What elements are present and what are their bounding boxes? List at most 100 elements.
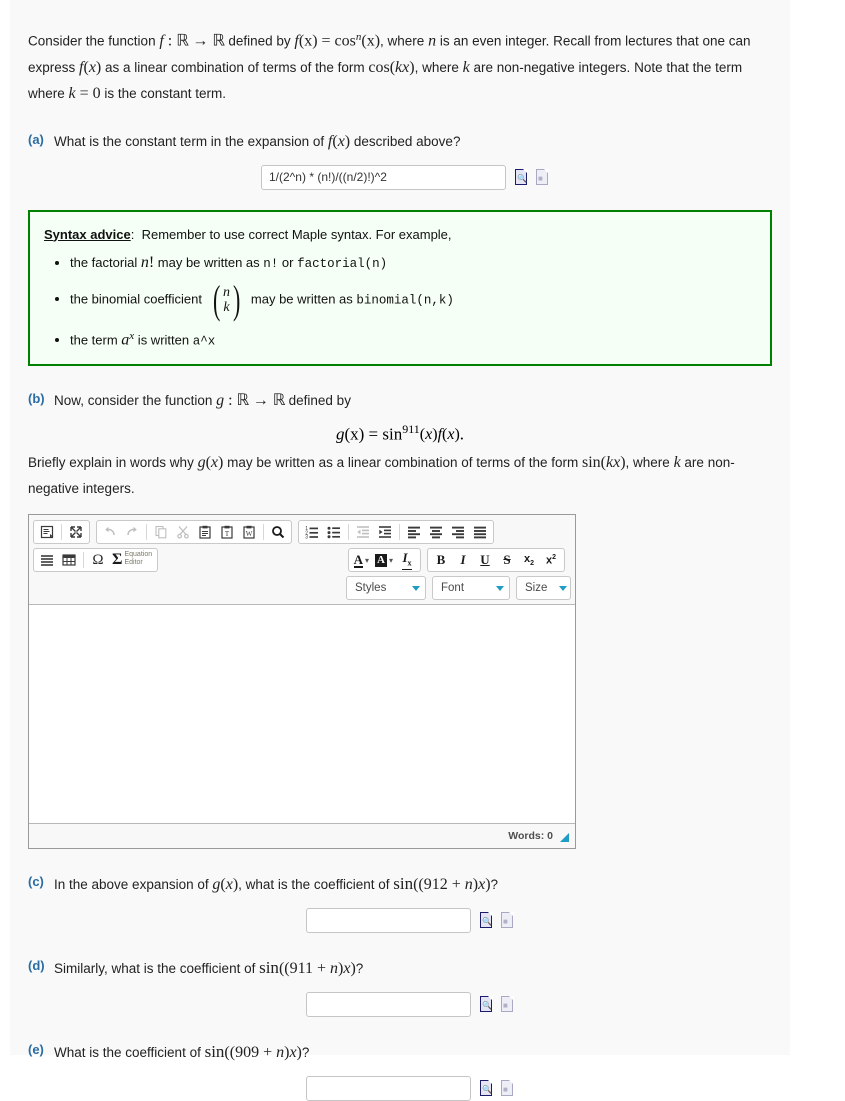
question-part-e: (e) What is the coefficient of sin((909 … xyxy=(28,1039,772,1066)
source-icon[interactable] xyxy=(36,522,58,542)
text-color-icon[interactable]: A ▾ xyxy=(351,550,372,570)
part-d-label: (d) xyxy=(28,958,45,974)
intro-math-k: k xyxy=(462,58,470,76)
justify-icon[interactable] xyxy=(469,522,491,542)
part-d-text-after: ? xyxy=(355,961,364,977)
table-icon[interactable] xyxy=(58,550,80,570)
advice-3-code-1: a^x xyxy=(192,333,216,348)
part-d-answer-row: 🔍 ■ xyxy=(28,992,772,1018)
part-d-answer-input[interactable] xyxy=(306,992,471,1018)
intro-math-px: (x) xyxy=(298,32,318,50)
background-color-icon[interactable]: A ▾ xyxy=(372,550,396,570)
part-c-answer-input[interactable] xyxy=(306,908,471,934)
part-e-answer-input[interactable] xyxy=(306,1076,471,1101)
part-a-label: (a) xyxy=(28,131,44,147)
intro-math-k0: k = 0 xyxy=(68,84,101,102)
word-count-label: Words: 0 xyxy=(508,830,553,843)
answer-history-icon[interactable]: ■ xyxy=(501,912,515,929)
intro-math-eq: = xyxy=(317,32,335,50)
size-dropdown[interactable]: Size xyxy=(516,576,571,601)
indent-icon[interactable] xyxy=(374,522,396,542)
syntax-advice-title: Syntax advice xyxy=(44,226,131,242)
part-b-body: Now, consider the function g : ℝ → ℝ def… xyxy=(54,388,772,414)
advice-2-pre: the binomial coefficient xyxy=(70,290,206,306)
part-c-label: (c) xyxy=(28,874,44,890)
paste-word-icon[interactable]: W xyxy=(238,522,260,542)
special-char-icon[interactable]: Ω xyxy=(87,550,109,570)
align-center-icon[interactable] xyxy=(425,522,447,542)
toolbar-separator xyxy=(146,524,147,541)
italic-glyph: I xyxy=(460,552,466,568)
part-c-answer-icons: 🔍 ■ xyxy=(480,912,515,929)
advice-1-code-1: n! xyxy=(263,256,279,271)
italic-icon[interactable]: I xyxy=(452,550,474,570)
paste-icon[interactable] xyxy=(194,522,216,542)
copy-icon[interactable] xyxy=(150,522,172,542)
preview-answer-icon[interactable]: 🔍 xyxy=(480,912,494,929)
paste-text-icon[interactable]: T xyxy=(216,522,238,542)
explain-text-4: are xyxy=(680,455,704,471)
syntax-advice-heading: Syntax advice: Remember to use correct M… xyxy=(44,224,756,246)
toolbar-group-insert: Ω Σ Equation Editor xyxy=(33,548,159,573)
part-a-answer-icons: 🔍 ■ xyxy=(515,168,550,186)
toolbar-separator xyxy=(263,524,264,541)
part-e-math-arg: ((909 + n)x) xyxy=(224,1044,302,1062)
eq-equals: = xyxy=(364,424,383,444)
styles-dropdown[interactable]: Styles xyxy=(346,576,426,601)
bold-icon[interactable]: B xyxy=(430,550,452,570)
equation-editor-label-line-1: Equation xyxy=(124,551,153,559)
svg-text:T: T xyxy=(225,530,230,538)
intro-math-reals-2: ℝ xyxy=(212,32,225,50)
intro-text-6: as a linear combination of terms of the … xyxy=(101,59,369,75)
part-e-body: What is the coefficient of sin((909 + n)… xyxy=(54,1039,772,1066)
font-dropdown-label: Font xyxy=(441,582,465,595)
editor-resize-handle[interactable] xyxy=(560,833,569,843)
redo-icon[interactable] xyxy=(121,522,143,542)
preview-answer-icon[interactable]: 🔍 xyxy=(480,996,494,1013)
intro-math-coskx: cos(kx) xyxy=(368,58,415,76)
syntax-advice-intro: Remember to use correct Maple syntax. Fo… xyxy=(141,226,452,242)
numbered-list-icon[interactable]: 1 2 3 xyxy=(301,522,323,542)
undo-icon[interactable] xyxy=(99,522,121,542)
strike-icon[interactable]: S xyxy=(496,550,518,570)
advice-1-or: or xyxy=(278,254,298,270)
editor-toolbar-row-1: T W 1 2 3 xyxy=(33,520,571,545)
answer-history-icon[interactable]: ■ xyxy=(501,996,515,1013)
editor-content-area[interactable] xyxy=(29,604,575,825)
preview-answer-icon[interactable]: 🔍 xyxy=(515,168,529,186)
remove-format-icon[interactable]: Ix xyxy=(396,550,418,571)
underline-icon[interactable]: U xyxy=(474,550,496,570)
equation-editor-icon[interactable]: Σ Equation Editor xyxy=(109,550,155,570)
advice-3-mid: is written xyxy=(134,331,193,347)
part-d-answer-icons: 🔍 ■ xyxy=(480,996,515,1013)
preview-answer-icon[interactable]: 🔍 xyxy=(480,1080,494,1097)
toolbar-group-paragraph: 1 2 3 xyxy=(298,520,494,545)
part-c-math-gx: g(x) xyxy=(212,876,239,894)
advice-2-mid: may be written as xyxy=(247,290,357,306)
cut-icon[interactable] xyxy=(172,522,194,542)
question-part-d: (d) Similarly, what is the coefficient o… xyxy=(28,955,772,982)
editor-toolbar: T W 1 2 3 Ω Σ Equation Editor A ▾ A ▾ Ix… xyxy=(29,515,575,605)
intro-text-4: is an even integer. Recall from lectures xyxy=(436,33,673,49)
align-left-icon[interactable] xyxy=(403,522,425,542)
explain-math-gx: g(x) xyxy=(197,454,224,472)
outdent-icon[interactable] xyxy=(352,522,374,542)
horizontal-rule-icon[interactable] xyxy=(36,550,58,570)
superscript-icon[interactable]: x2 xyxy=(540,550,562,570)
eq-xfx: (x)f(x) xyxy=(419,426,460,444)
toolbar-separator xyxy=(61,524,62,541)
part-b-text-after: defined by xyxy=(284,392,351,408)
bulleted-list-icon[interactable] xyxy=(323,522,345,542)
intro-math-reals-1: ℝ xyxy=(176,32,189,50)
align-right-icon[interactable] xyxy=(447,522,469,542)
question-part-a: (a) What is the constant term in the exp… xyxy=(28,129,772,155)
answer-history-icon[interactable]: ■ xyxy=(501,1080,515,1097)
answer-history-icon[interactable]: ■ xyxy=(536,168,550,186)
toolbar-group-basicstyles: B I U S x2 x2 xyxy=(427,548,565,573)
maximize-icon[interactable] xyxy=(65,522,87,542)
subscript-icon[interactable]: x2 xyxy=(518,550,540,570)
find-icon[interactable] xyxy=(267,522,289,542)
font-dropdown[interactable]: Font xyxy=(432,576,510,601)
eq-sin: sin xyxy=(382,424,403,444)
part-a-answer-input[interactable] xyxy=(261,164,506,190)
